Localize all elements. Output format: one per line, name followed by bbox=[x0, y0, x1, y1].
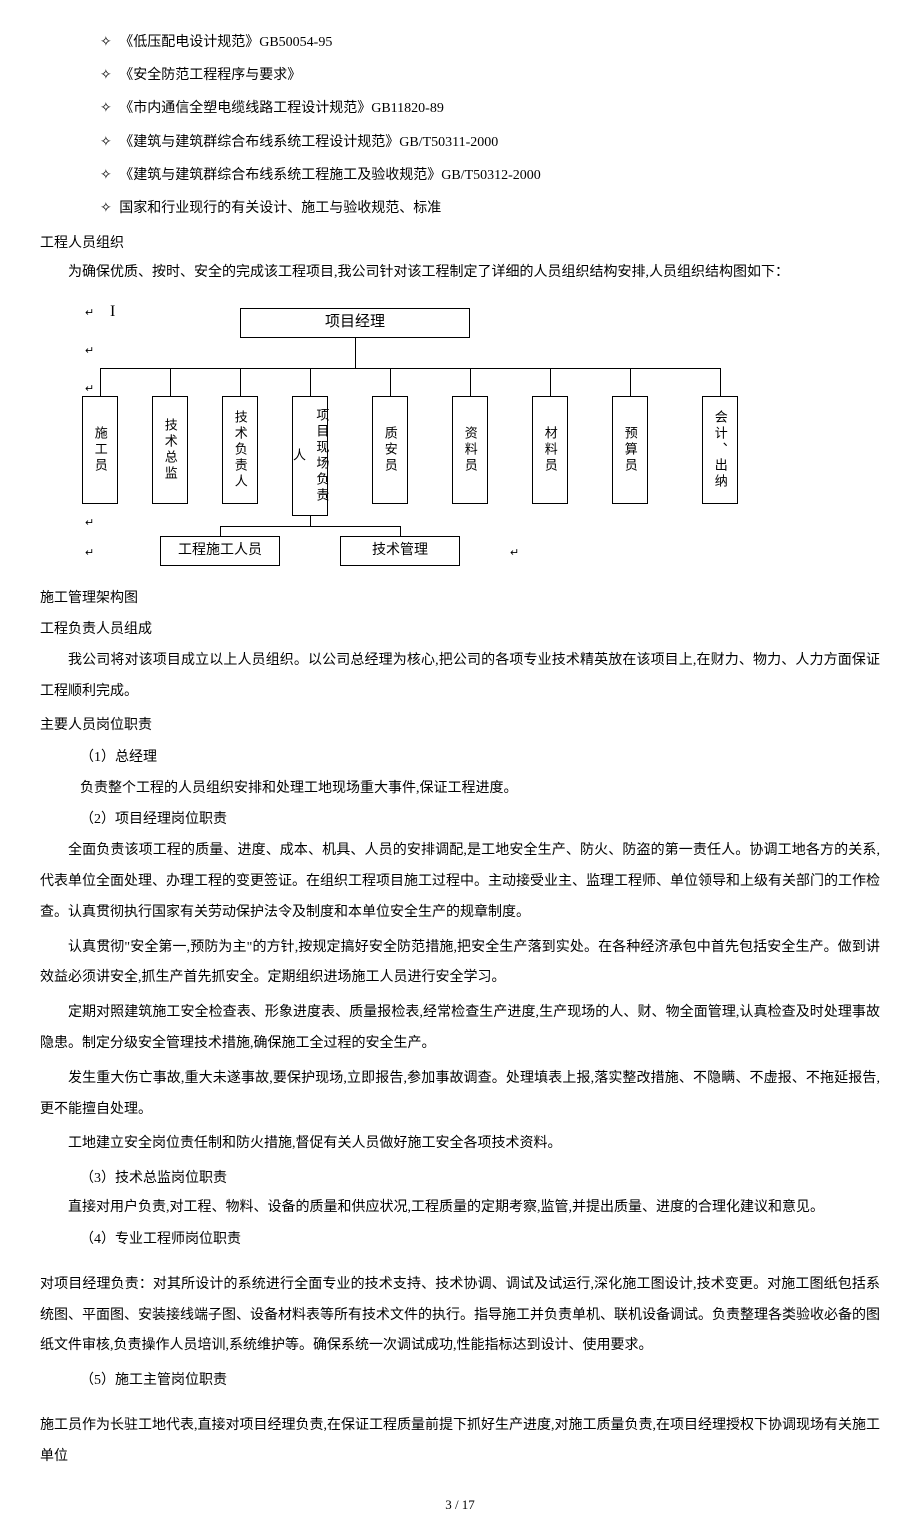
paragraph-marker-icon: ↵ bbox=[85, 544, 94, 564]
text-cursor-icon: I bbox=[110, 298, 115, 327]
body-text: 为确保优质、按时、安全的完成该工程项目,我公司针对该工程制定了详细的人员组织结构… bbox=[40, 260, 880, 285]
section-title-mgmt-diagram: 施工管理架构图 bbox=[40, 586, 880, 611]
duty-label: （4）专业工程师岗位职责 bbox=[80, 1227, 880, 1252]
chart-node-bottom: 工程施工人员 bbox=[160, 536, 280, 566]
chart-node-role: 技术负责人 bbox=[222, 396, 258, 504]
body-text: 直接对用户负责,对工程、物料、设备的质量和供应状况,工程质量的定期考察,监管,并… bbox=[40, 1195, 880, 1220]
chart-node-role: 材料员 bbox=[532, 396, 568, 504]
list-item: 《建筑与建筑群综合布线系统工程设计规范》GB/T50311-2000 bbox=[100, 130, 880, 155]
duty-label: （2）项目经理岗位职责 bbox=[80, 807, 880, 832]
body-text: 施工员作为长驻工地代表,直接对项目经理负责,在保证工程质量前提下抓好生产进度,对… bbox=[40, 1411, 880, 1473]
body-text: 定期对照建筑施工安全检查表、形象进度表、质量报检表,经常检查生产进度,生产现场的… bbox=[40, 998, 880, 1060]
duty-label: （1）总经理 bbox=[80, 745, 880, 770]
chart-node-role: 技术总监 bbox=[152, 396, 188, 504]
paragraph-marker-icon: ↵ bbox=[510, 544, 519, 564]
org-chart: I ↵ ↵ ↵ 项目经理 施工员 技术总监 技术负责人 项目现场负责人 质安员 … bbox=[60, 296, 790, 576]
duty-label: （5）施工主管岗位职责 bbox=[80, 1368, 880, 1393]
body-text: 工地建立安全岗位责任制和防火措施,督促有关人员做好施工安全各项技术资料。 bbox=[40, 1129, 880, 1160]
chart-node-role: 预算员 bbox=[612, 396, 648, 504]
paragraph-marker-icon: ↵ bbox=[85, 342, 94, 362]
page-number: 3 / 17 bbox=[40, 1493, 880, 1516]
body-text: 全面负责该项工程的质量、进度、成本、机具、人员的安排调配,是工地安全生产、防火、… bbox=[40, 836, 880, 928]
body-text: 发生重大伤亡事故,重大未遂事故,要保护现场,立即报告,参加事故调查。处理填表上报… bbox=[40, 1064, 880, 1126]
body-text: 认真贯彻"安全第一,预防为主"的方针,按规定搞好安全防范措施,把安全生产落到实处… bbox=[40, 933, 880, 995]
body-text: 对项目经理负责：对其所设计的系统进行全面专业的技术支持、技术协调、调试及试运行,… bbox=[40, 1270, 880, 1362]
paragraph-marker-icon: ↵ bbox=[85, 304, 94, 324]
chart-node-pm: 项目经理 bbox=[240, 308, 470, 338]
standards-list: 《低压配电设计规范》GB50054-95 《安全防范工程程序与要求》 《市内通信… bbox=[100, 30, 880, 221]
chart-node-role: 质安员 bbox=[372, 396, 408, 504]
body-text: 负责整个工程的人员组织安排和处理工地现场重大事件,保证工程进度。 bbox=[80, 776, 880, 801]
list-item: 《市内通信全塑电缆线路工程设计规范》GB11820-89 bbox=[100, 96, 880, 121]
list-item: 《低压配电设计规范》GB50054-95 bbox=[100, 30, 880, 55]
paragraph-marker-icon: ↵ bbox=[85, 514, 94, 534]
list-item: 《安全防范工程程序与要求》 bbox=[100, 63, 880, 88]
list-item: 国家和行业现行的有关设计、施工与验收规范、标准 bbox=[100, 196, 880, 221]
chart-node-role: 会计、出纳 bbox=[702, 396, 738, 504]
list-item: 《建筑与建筑群综合布线系统工程施工及验收规范》GB/T50312-2000 bbox=[100, 163, 880, 188]
body-text: 我公司将对该项目成立以上人员组织。以公司总经理为核心,把公司的各项专业技术精英放… bbox=[40, 646, 880, 708]
section-title-duties: 主要人员岗位职责 bbox=[40, 713, 880, 738]
chart-node-role: 项目现场负责人 bbox=[292, 396, 328, 516]
chart-node-bottom: 技术管理 bbox=[340, 536, 460, 566]
duty-label: （3）技术总监岗位职责 bbox=[80, 1166, 880, 1191]
section-title-staff: 工程负责人员组成 bbox=[40, 617, 880, 642]
chart-node-role: 施工员 bbox=[82, 396, 118, 504]
section-title-organization: 工程人员组织 bbox=[40, 231, 880, 256]
chart-node-role: 资料员 bbox=[452, 396, 488, 504]
